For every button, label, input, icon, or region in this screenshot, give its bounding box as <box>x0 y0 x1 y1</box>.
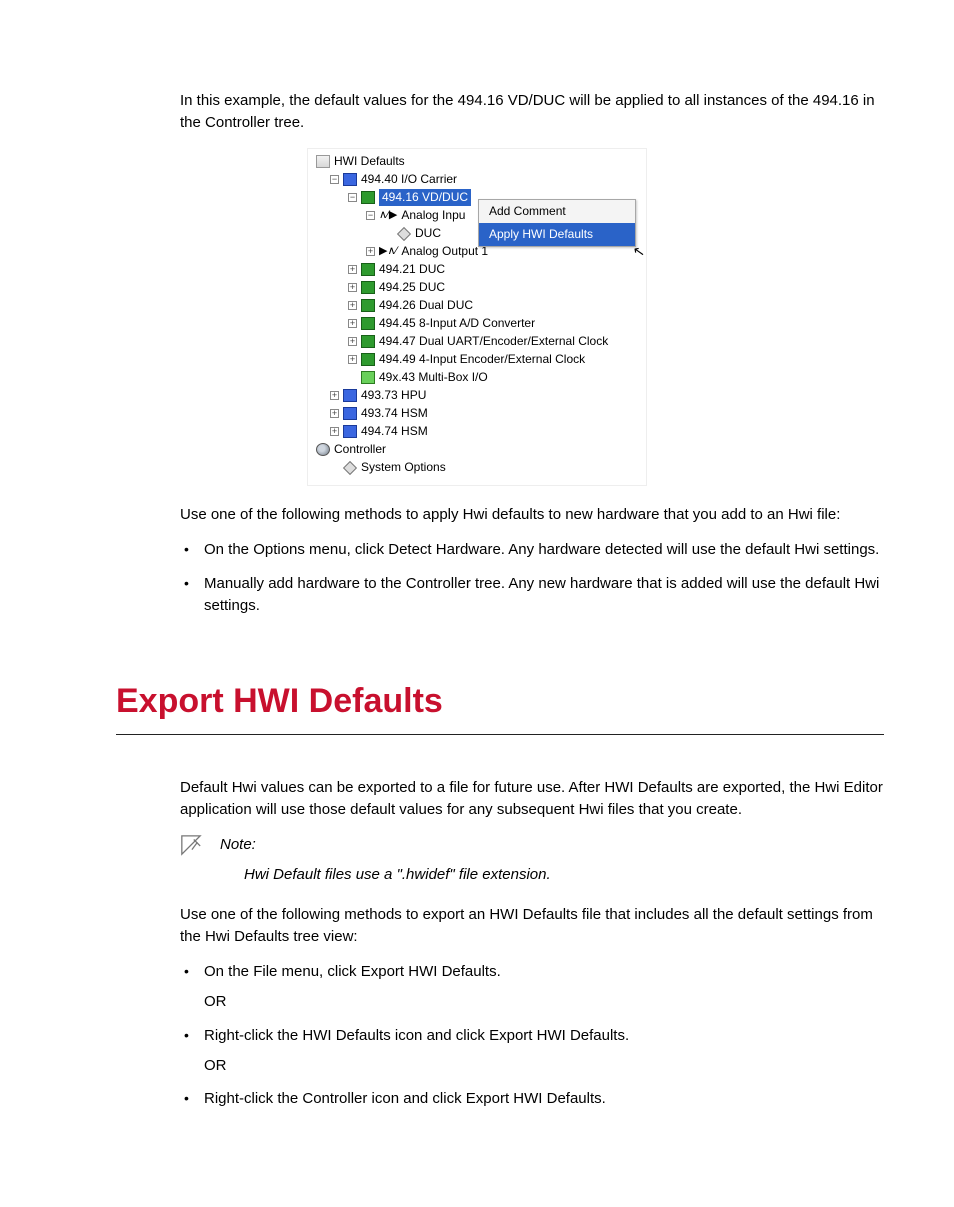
module-icon <box>361 263 375 276</box>
controller-icon <box>316 443 330 456</box>
apply-methods-intro: Use one of the following methods to appl… <box>180 504 884 526</box>
collapse-icon: − <box>366 211 375 220</box>
tree-label: 493.74 HSM <box>361 405 428 422</box>
expand-icon: + <box>330 427 339 436</box>
expand-icon: + <box>366 247 375 256</box>
or-text: OR <box>204 1055 884 1077</box>
collapse-icon: − <box>330 175 339 184</box>
tree-node: 49x.43 Multi-Box I/O <box>314 369 640 387</box>
expand-icon: + <box>348 355 357 364</box>
module-icon <box>361 281 375 294</box>
list-item: On the Options menu, click Detect Hardwa… <box>180 539 884 561</box>
tree-root: HWI Defaults <box>314 153 640 171</box>
export-methods-intro: Use one of the following methods to expo… <box>180 904 884 948</box>
expand-icon: + <box>348 301 357 310</box>
tree-node: Controller <box>314 441 640 459</box>
note-label: Note: <box>220 834 884 856</box>
tree-node: + 494.45 8-Input A/D Converter <box>314 315 640 333</box>
tree-label: Controller <box>334 441 386 458</box>
tree-node: + 493.74 HSM <box>314 405 640 423</box>
tree-label-selected: 494.16 VD/DUC <box>379 189 471 206</box>
list-item: On the File menu, click Export HWI Defau… <box>180 961 884 1013</box>
heading-rule <box>116 734 884 735</box>
expand-icon: + <box>330 391 339 400</box>
expand-icon: + <box>348 337 357 346</box>
intro-paragraph: In this example, the default values for … <box>180 90 884 134</box>
expand-icon: + <box>348 283 357 292</box>
tree-screenshot: HWI Defaults − 494.40 I/O Carrier − 494.… <box>307 148 647 486</box>
diamond-icon <box>397 226 411 240</box>
multibox-icon <box>361 371 375 384</box>
tree-label: 494.45 8-Input A/D Converter <box>379 315 535 332</box>
analog-input-icon: ∧∕▶ <box>379 208 397 224</box>
list-item: Right-click the Controller icon and clic… <box>180 1088 884 1110</box>
tree-label: 494.21 DUC <box>379 261 445 278</box>
tree-label: 494.74 HSM <box>361 423 428 440</box>
list-item-text: Right-click the Controller icon and clic… <box>204 1090 606 1107</box>
collapse-icon: − <box>348 193 357 202</box>
module-icon <box>343 407 357 420</box>
tree-node: + 494.26 Dual DUC <box>314 297 640 315</box>
tree-label: System Options <box>361 459 446 476</box>
tree-node: System Options <box>314 459 640 477</box>
ctx-apply-hwi-defaults[interactable]: Apply HWI Defaults <box>479 223 635 246</box>
export-intro: Default Hwi values can be exported to a … <box>180 777 884 821</box>
module-icon <box>343 389 357 402</box>
context-menu: Add Comment Apply HWI Defaults <box>478 199 636 248</box>
tree-label: 494.25 DUC <box>379 279 445 296</box>
tree-label: Analog Output 1 <box>401 243 488 260</box>
apply-methods-list: On the Options menu, click Detect Hardwa… <box>180 539 884 616</box>
expand-icon: + <box>348 265 357 274</box>
module-icon <box>361 335 375 348</box>
list-item: Manually add hardware to the Controller … <box>180 573 884 617</box>
list-item-text: Right-click the HWI Defaults icon and cl… <box>204 1027 629 1044</box>
carrier-icon <box>343 173 357 186</box>
tree-label: 49x.43 Multi-Box I/O <box>379 369 488 386</box>
module-icon <box>361 317 375 330</box>
expand-icon: + <box>330 409 339 418</box>
tree-label: 493.73 HPU <box>361 387 426 404</box>
diamond-icon <box>343 460 357 474</box>
tree-node: + 494.25 DUC <box>314 279 640 297</box>
analog-output-icon: ▶∧∕ <box>379 244 397 260</box>
tree-node: + 494.21 DUC <box>314 261 640 279</box>
expand-icon: + <box>348 319 357 328</box>
module-icon <box>361 299 375 312</box>
tree-node: + 494.74 HSM <box>314 423 640 441</box>
tree-node: + 494.49 4-Input Encoder/External Clock <box>314 351 640 369</box>
tree-label: 494.47 Dual UART/Encoder/External Clock <box>379 333 608 350</box>
list-item-text: On the File menu, click Export HWI Defau… <box>204 963 501 980</box>
module-icon <box>361 191 375 204</box>
ctx-add-comment[interactable]: Add Comment <box>479 200 635 223</box>
module-icon <box>361 353 375 366</box>
tree-label: DUC <box>415 225 441 242</box>
hwi-defaults-icon <box>316 155 330 168</box>
tree-label: 494.40 I/O Carrier <box>361 171 457 188</box>
note-icon <box>180 834 202 863</box>
note-body: Hwi Default files use a ".hwidef" file e… <box>244 864 884 886</box>
tree-root-label: HWI Defaults <box>334 153 405 170</box>
tree-label: 494.49 4-Input Encoder/External Clock <box>379 351 585 368</box>
tree-label: 494.26 Dual DUC <box>379 297 473 314</box>
list-item: Right-click the HWI Defaults icon and cl… <box>180 1025 884 1077</box>
module-icon <box>343 425 357 438</box>
tree-label: Analog Inpu <box>401 207 465 224</box>
tree-node: + 494.47 Dual UART/Encoder/External Cloc… <box>314 333 640 351</box>
note-block: Note: Hwi Default files use a ".hwidef" … <box>180 834 884 886</box>
section-heading: Export HWI Defaults <box>116 677 894 726</box>
or-text: OR <box>204 991 884 1013</box>
tree-node: − 494.40 I/O Carrier <box>314 171 640 189</box>
export-methods-list: On the File menu, click Export HWI Defau… <box>180 961 884 1110</box>
tree-node: + 493.73 HPU <box>314 387 640 405</box>
